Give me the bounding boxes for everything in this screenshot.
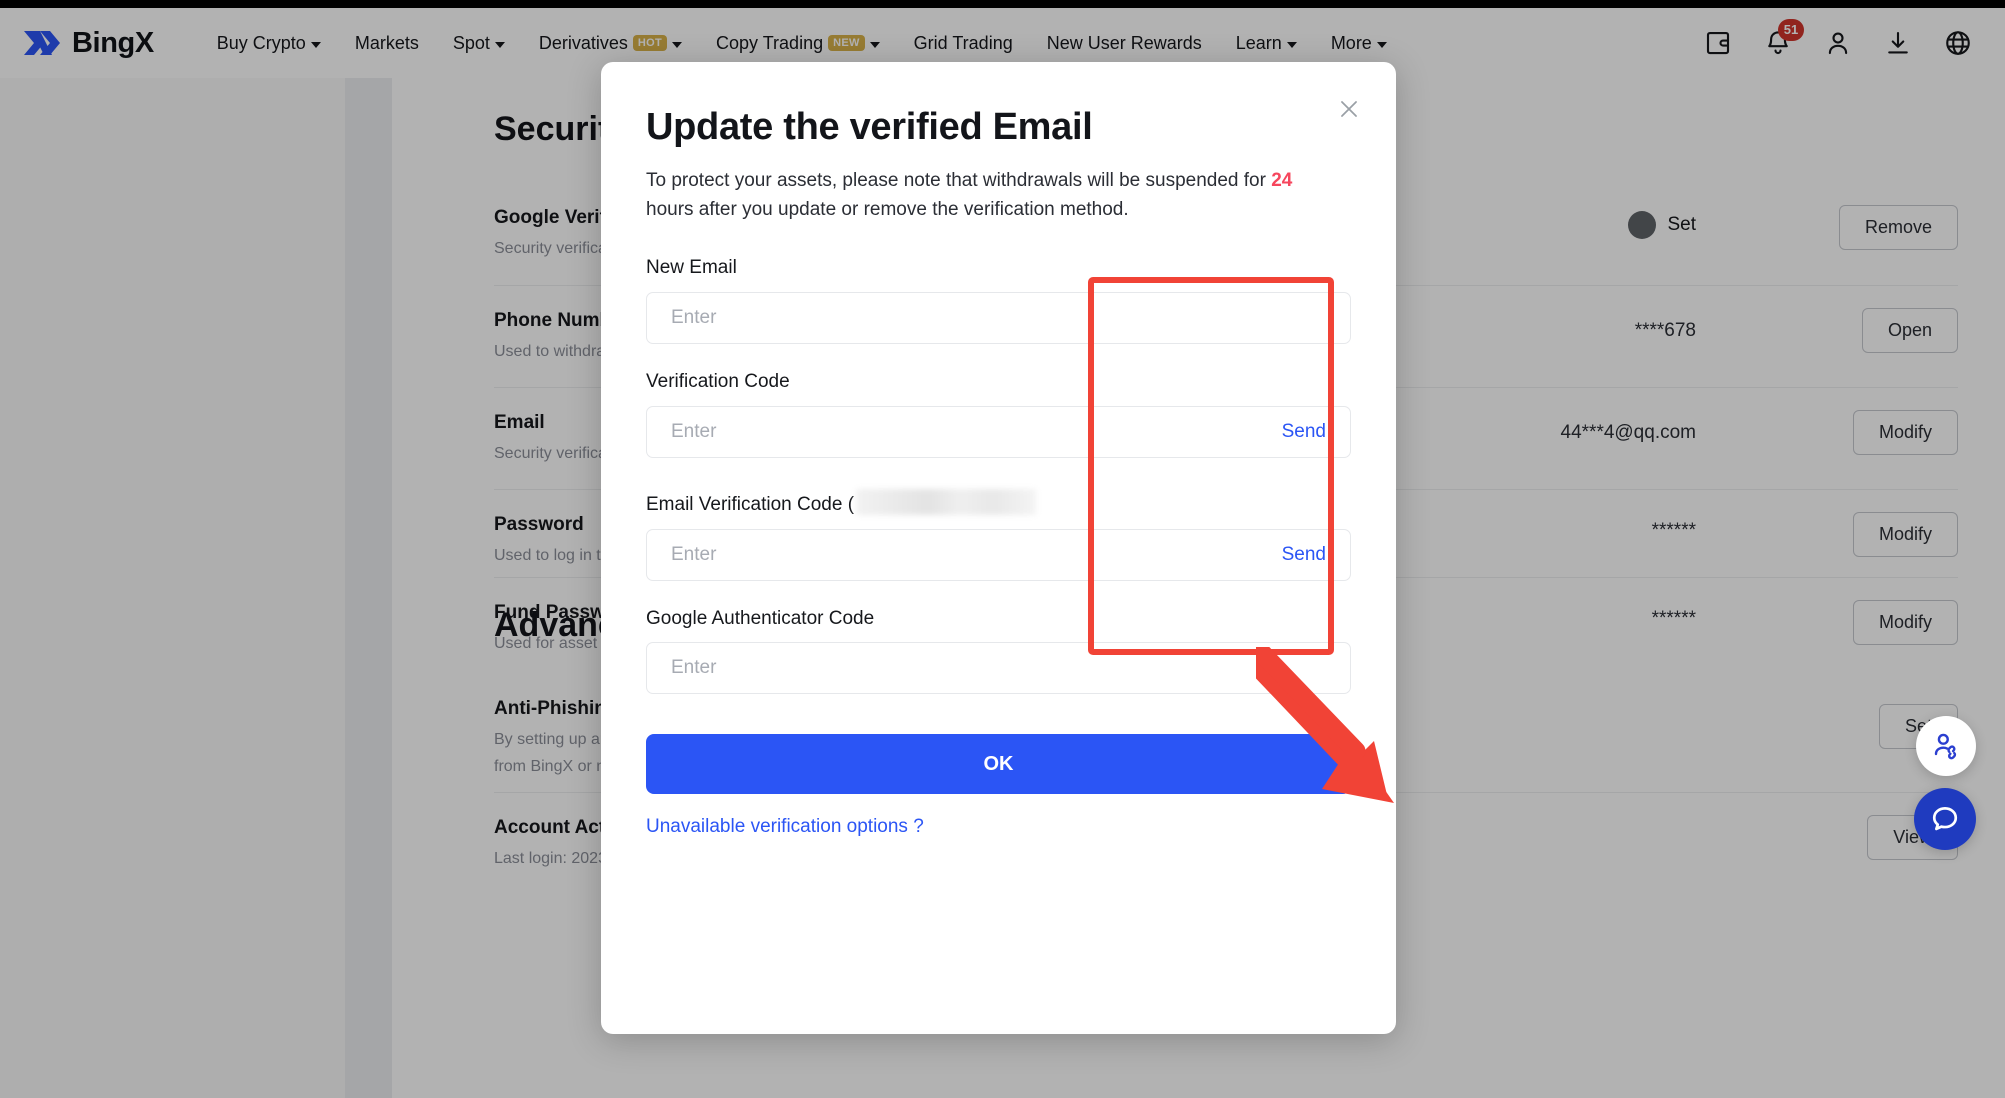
modal-desc-before: To protect your assets, please note that…	[646, 169, 1272, 191]
support-chat-fab[interactable]	[1914, 788, 1976, 850]
modal-title: Update the verified Email	[646, 106, 1093, 148]
verification-code-input[interactable]	[671, 420, 1268, 443]
google-authenticator-code-input-wrap[interactable]	[646, 642, 1351, 695]
send-email-verification-code-link[interactable]: Send	[1282, 544, 1326, 566]
modal-desc-hours: 24	[1271, 169, 1293, 191]
chat-bubble-icon	[1932, 807, 1958, 831]
new-email-input[interactable]	[671, 307, 1326, 330]
screen-root: BingX Buy Crypto Markets Spot Derivative…	[0, 0, 2005, 1098]
ok-button[interactable]: OK	[646, 734, 1351, 795]
email-verification-code-input-wrap[interactable]: Send	[646, 528, 1351, 581]
field-email-verification-code: Email Verification Code ( Send	[646, 484, 1351, 581]
modal-description: To protect your assets, please note that…	[646, 167, 1336, 225]
field-new-email: New Email	[646, 256, 1351, 345]
invite-friends-fab[interactable]	[1916, 716, 1976, 776]
email-verification-code-input[interactable]	[671, 543, 1268, 566]
update-verified-email-modal: Update the verified Email To protect you…	[601, 62, 1396, 1034]
verification-code-input-wrap[interactable]: Send	[646, 405, 1351, 458]
close-icon[interactable]	[1332, 92, 1366, 126]
unavailable-verification-options-link[interactable]: Unavailable verification options ?	[646, 816, 924, 838]
field-label: Email Verification Code (	[646, 484, 1351, 518]
google-authenticator-code-input[interactable]	[671, 657, 1326, 680]
redacted-email-blur	[856, 488, 1037, 515]
field-google-authenticator-code: Google Authenticator Code	[646, 607, 1351, 695]
field-label-text: Email Verification Code (	[646, 493, 855, 515]
modal-desc-after: hours after you update or remove the ver…	[646, 198, 1129, 220]
field-label: New Email	[646, 257, 737, 279]
person-link-icon	[1934, 733, 1957, 760]
field-label: Verification Code	[646, 371, 790, 393]
send-verification-code-link[interactable]: Send	[1282, 421, 1326, 443]
field-label: Google Authenticator Code	[646, 607, 875, 629]
new-email-input-wrap[interactable]	[646, 292, 1351, 345]
field-verification-code: Verification Code Send	[646, 370, 1351, 458]
